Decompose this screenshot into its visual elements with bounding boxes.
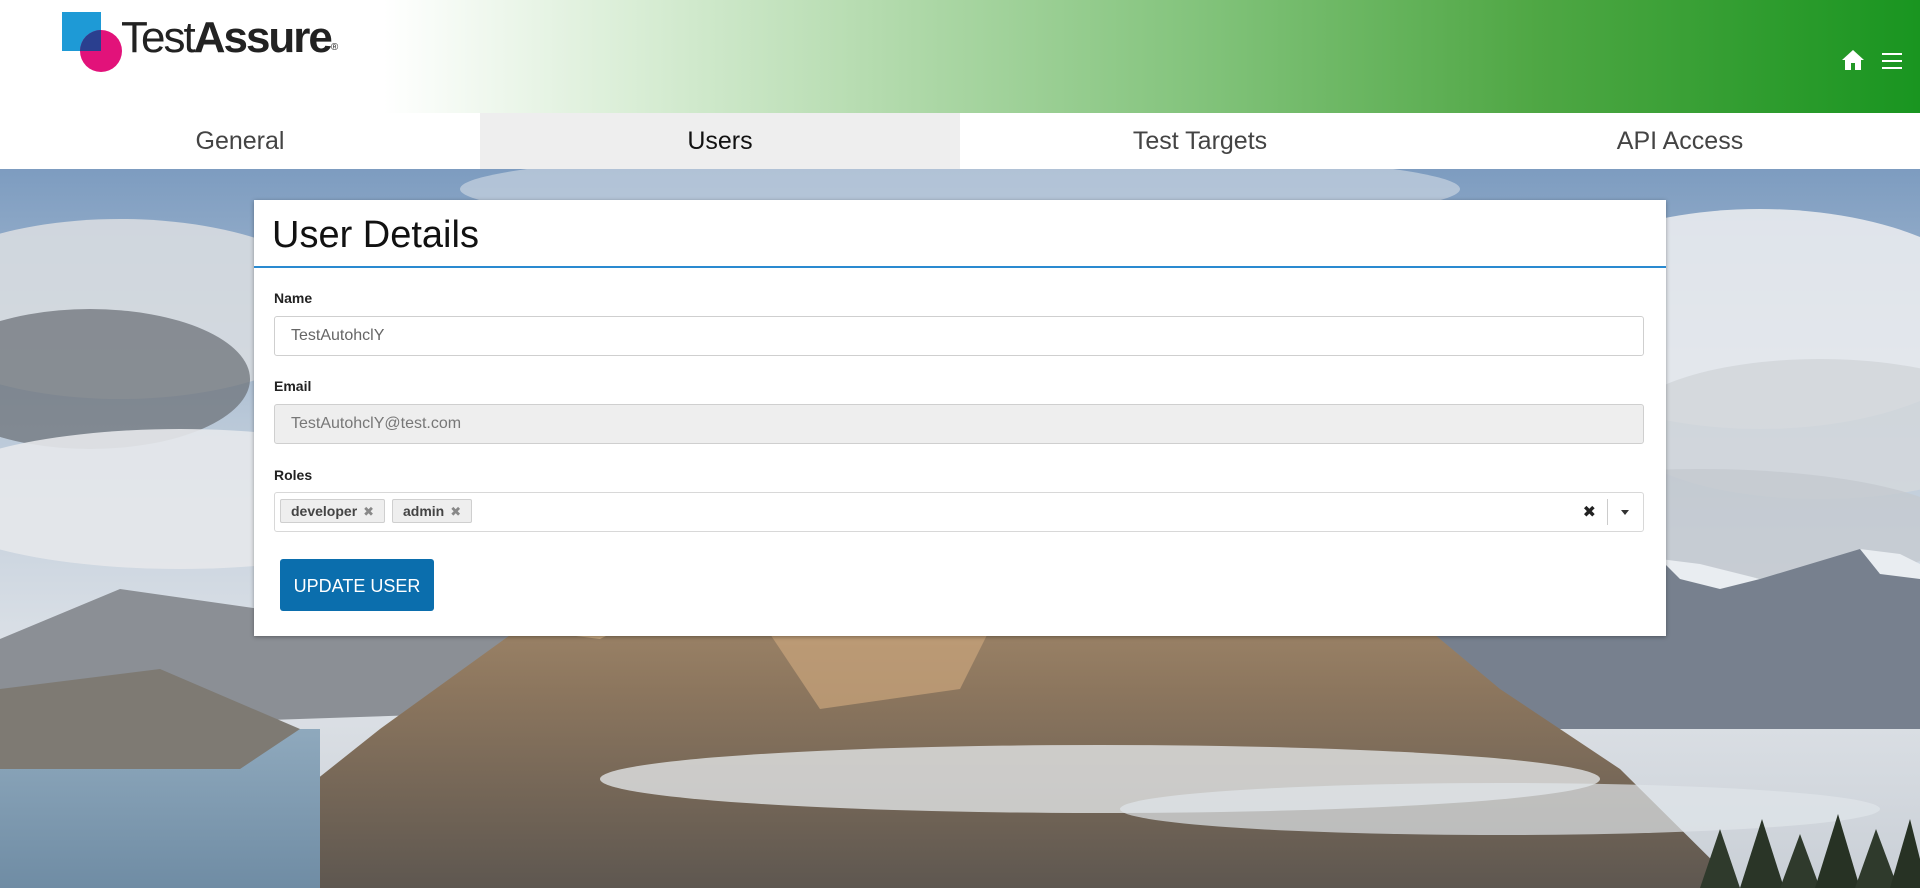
card-title: User Details	[254, 200, 1666, 268]
chevron-down-icon[interactable]	[1621, 510, 1629, 515]
user-details-card: User Details Name Email Roles developer ✖…	[254, 200, 1666, 636]
settings-tabs: General Users Test Targets API Access	[0, 113, 1920, 169]
logo-wordmark: TestAssure®	[121, 13, 339, 62]
update-user-button[interactable]: UPDATE USER	[280, 559, 434, 611]
roles-multiselect[interactable]: developer ✖ admin ✖ ✖	[274, 492, 1644, 532]
role-chip-developer: developer ✖	[280, 499, 386, 523]
role-chip-label: developer	[291, 503, 358, 519]
testassure-logo[interactable]: TestAssure®	[62, 10, 362, 72]
role-chip-label: admin	[403, 503, 445, 519]
app-header: TestAssure®	[0, 0, 1920, 113]
hamburger-menu-icon[interactable]	[1881, 50, 1903, 72]
select-divider	[1607, 499, 1608, 525]
home-icon[interactable]	[1841, 48, 1865, 72]
name-field[interactable]	[274, 316, 1644, 356]
remove-role-icon[interactable]: ✖	[363, 504, 374, 519]
email-label: Email	[274, 378, 312, 394]
roles-label: Roles	[274, 467, 313, 483]
tab-api-access[interactable]: API Access	[1440, 113, 1920, 169]
tab-test-targets[interactable]: Test Targets	[960, 113, 1440, 169]
role-chip-admin: admin ✖	[392, 499, 473, 523]
remove-role-icon[interactable]: ✖	[450, 504, 461, 519]
clear-all-icon[interactable]: ✖	[1583, 502, 1596, 522]
tab-users[interactable]: Users	[480, 113, 960, 169]
email-field[interactable]	[274, 404, 1644, 444]
name-label: Name	[274, 290, 313, 306]
tab-general[interactable]: General	[0, 113, 480, 169]
